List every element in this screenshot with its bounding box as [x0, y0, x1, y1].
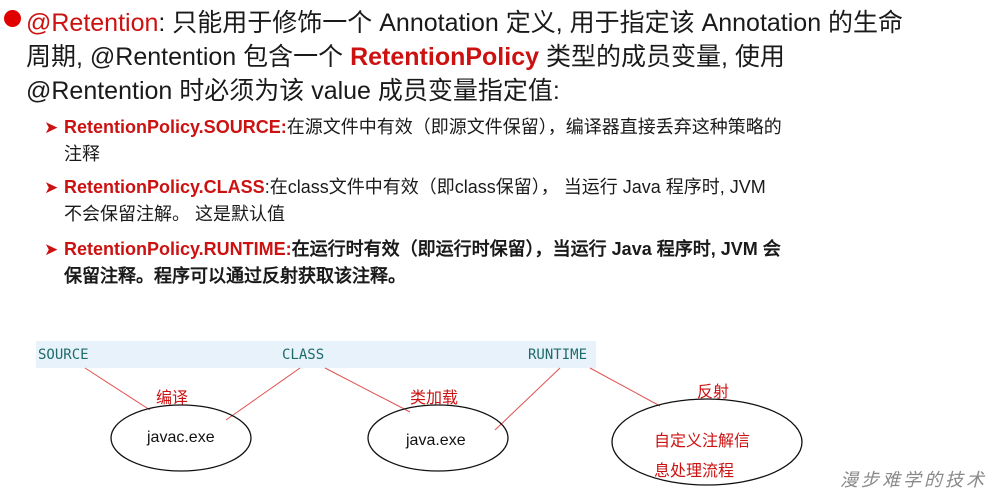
lifecycle-diagram: [84, 367, 803, 486]
connector-class-javac: [225, 367, 301, 421]
reflect-line1: 自定义注解信: [654, 433, 751, 450]
connector-class-java: [324, 367, 411, 413]
oval-java-text: java.exe: [406, 432, 466, 449]
label-reflection: 反射: [697, 384, 730, 401]
connector-runtime-java: [494, 367, 561, 431]
connector-source-javac: [84, 367, 151, 411]
label-class-loading: 类加载: [410, 390, 459, 407]
reflect-line2: 息处理流程: [654, 463, 735, 480]
connector-runtime-reflect: [589, 367, 661, 407]
label-compile: 编译: [156, 390, 189, 407]
oval-javac-text: javac.exe: [147, 429, 215, 446]
watermark: 漫步难学的技术: [840, 470, 987, 491]
